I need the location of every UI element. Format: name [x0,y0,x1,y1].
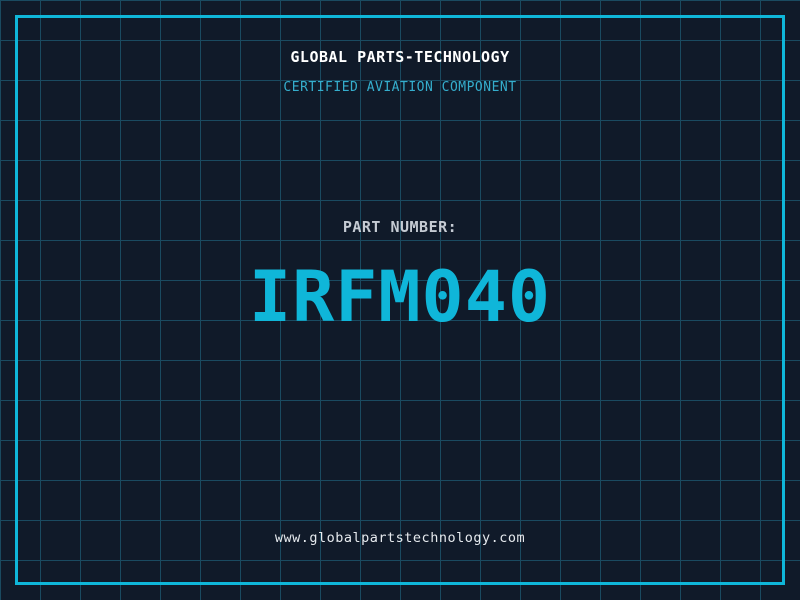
part-number-value: IRFM040 [248,256,551,338]
part-number-label: PART NUMBER: [342,218,458,236]
brand-subtitle: CERTIFIED AVIATION COMPONENT [283,80,517,95]
website-url: www.globalpartstechnology.com [274,530,526,546]
brand-title: GLOBAL PARTS-TECHNOLOGY [290,48,510,66]
